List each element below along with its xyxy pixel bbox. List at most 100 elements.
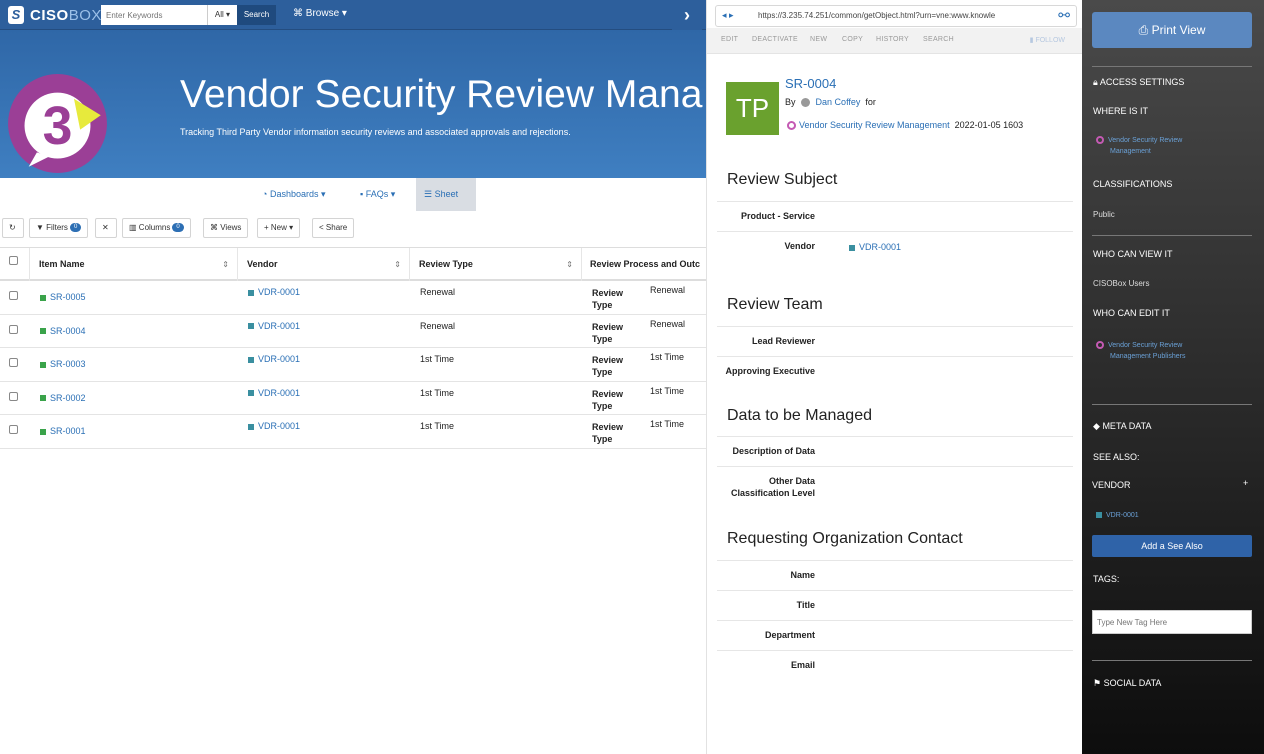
browse-menu[interactable]: ⌘ Browse ▾ <box>293 8 347 19</box>
columns-count-badge: 0 <box>172 223 184 233</box>
meta-data-heading: ◆ META DATA <box>1093 421 1151 432</box>
record-detail-panel: ◂ ▸ https://3.235.74.251/common/getObjec… <box>706 0 1083 754</box>
column-header-item-name[interactable]: Item Name ⇕ <box>30 248 238 281</box>
sort-icon[interactable]: ⇕ <box>222 248 229 281</box>
collapse-panel-button[interactable]: › <box>672 0 702 30</box>
who-can-view-heading: WHO CAN VIEW IT <box>1093 249 1173 259</box>
views-button[interactable]: ⌘ Views <box>203 218 249 238</box>
edit-group-link[interactable]: Vendor Security Review Management Publis… <box>1096 340 1186 362</box>
print-view-button[interactable]: ⎙ Print View <box>1092 12 1252 48</box>
review-process-cell: Review Type Renewal <box>582 315 706 348</box>
table-row[interactable]: SR-0002 VDR-0001 1st Time Review Type 1st Ti… <box>0 382 706 415</box>
vendor-link[interactable]: VDR-0001 <box>859 242 901 252</box>
keyword-search-input[interactable] <box>101 5 207 25</box>
columns-button[interactable]: ▥ Columns 0 <box>122 218 191 238</box>
by-label: By <box>785 97 796 107</box>
lock-icon: 🔒︎ <box>1093 77 1098 87</box>
select-all-cell <box>0 248 30 281</box>
search-scope-select[interactable]: All ▾ <box>207 5 237 25</box>
record-icon <box>248 356 254 363</box>
collection-link[interactable]: Vendor Security Review Management <box>799 120 950 130</box>
back-forward-icon[interactable]: ◂ ▸ <box>722 10 734 21</box>
new-action[interactable]: NEW <box>810 36 827 43</box>
search-button[interactable]: Search <box>237 5 276 25</box>
add-vendor-plus-icon[interactable]: + <box>1243 478 1248 488</box>
link-icon[interactable]: ⚯ <box>1058 7 1070 24</box>
vendor-link[interactable]: VDR-0001 <box>258 354 300 364</box>
search-action[interactable]: SEARCH <box>923 36 954 43</box>
sort-icon[interactable]: ⇕ <box>394 248 401 281</box>
table-row[interactable]: SR-0001 VDR-0001 1st Time Review Type 1st Ti… <box>0 415 706 449</box>
sub-label: Review Type <box>592 355 624 377</box>
vendor-link[interactable]: VDR-0001 <box>258 287 300 297</box>
who-can-view-value: CISOBox Users <box>1093 279 1150 288</box>
item-link[interactable]: SR-0002 <box>50 393 86 403</box>
field-label: Description of Data <box>732 446 815 456</box>
add-see-also-button[interactable]: Add a See Also <box>1092 535 1252 557</box>
record-icon <box>40 428 46 435</box>
collection-icon <box>787 121 796 131</box>
tab-faqs[interactable]: ▪ FAQs ▾ <box>352 178 403 211</box>
field-label: Other Data Classification Level <box>731 475 815 499</box>
record-sidebar: ⎙ Print View 🔒︎ ACCESS SETTINGS WHERE IS… <box>1082 0 1264 754</box>
share-icon: < <box>319 223 324 232</box>
cisobox-logo[interactable]: S CISO BOX <box>8 6 102 24</box>
column-header-review-process[interactable]: Review Process and Outc <box>582 248 706 281</box>
clear-filters-button[interactable]: ✕ <box>95 218 117 238</box>
new-button[interactable]: + New ▾ <box>257 218 301 238</box>
column-header-label: Review Process and Outc <box>590 259 701 269</box>
sub-label: Review Type <box>592 388 624 411</box>
column-header-review-type[interactable]: Review Type ⇕ <box>410 248 582 281</box>
edit-action[interactable]: EDIT <box>721 36 738 43</box>
see-also-vendor-label: VDR-0001 <box>1106 512 1139 519</box>
item-link[interactable]: SR-0001 <box>50 426 86 436</box>
share-button[interactable]: < Share <box>312 218 355 238</box>
tab-dashboards[interactable]: ◔ Dashboards ▾ <box>254 178 334 211</box>
field-label: Email <box>790 660 815 670</box>
column-header-vendor[interactable]: Vendor ⇕ <box>238 248 410 281</box>
select-all-checkbox[interactable] <box>9 256 18 265</box>
history-action[interactable]: HISTORY <box>876 36 909 43</box>
follow-button[interactable]: ▮ FOLLOW <box>1030 36 1065 44</box>
author-link[interactable]: Dan Coffey <box>816 97 861 107</box>
table-row[interactable]: SR-0005 VDR-0001 Renewal Review Type Renewal <box>0 281 706 315</box>
refresh-icon: ↻ <box>9 223 16 232</box>
flag-icon: ⚑ <box>1093 678 1102 688</box>
classification-value: Public <box>1093 210 1115 219</box>
record-id[interactable]: SR-0004 <box>785 76 836 91</box>
binoculars-icon: ⌘ <box>210 223 218 232</box>
item-link[interactable]: SR-0004 <box>50 326 86 336</box>
print-view-label: Print View <box>1151 23 1206 37</box>
vendor-cell: VDR-0001 <box>238 415 410 448</box>
refresh-button[interactable]: ↻ <box>2 218 24 238</box>
vendor-value[interactable]: VDR-0001 <box>849 242 901 252</box>
access-settings-label: ACCESS SETTINGS <box>1099 77 1185 87</box>
row-checkbox[interactable] <box>9 425 18 434</box>
tab-sheet[interactable]: ☰ Sheet <box>416 178 476 211</box>
grid-header-row: Item Name ⇕ Vendor ⇕ Review Type ⇕ Review P… <box>0 248 706 281</box>
row-checkbox[interactable] <box>9 358 18 367</box>
table-row[interactable]: SR-0003 VDR-0001 1st Time Review Type 1st Ti… <box>0 348 706 382</box>
url-bar[interactable]: ◂ ▸ https://3.235.74.251/common/getObjec… <box>715 5 1077 27</box>
copy-action[interactable]: COPY <box>842 36 863 43</box>
item-link[interactable]: SR-0003 <box>50 359 86 369</box>
vendor-link[interactable]: VDR-0001 <box>258 421 300 431</box>
view-tabs: ◔ Dashboards ▾ ▪ FAQs ▾ ☰ Sheet <box>0 178 706 213</box>
vendor-heading: VENDOR <box>1092 480 1131 490</box>
social-data-heading: ⚑ SOCIAL DATA <box>1093 678 1161 689</box>
row-checkbox[interactable] <box>9 391 18 401</box>
table-row[interactable]: SR-0004 VDR-0001 Renewal Review Type Renewal <box>0 315 706 348</box>
new-tag-input[interactable] <box>1092 610 1252 634</box>
deactivate-action[interactable]: DEACTIVATE <box>752 36 798 43</box>
row-checkbox[interactable] <box>9 324 18 334</box>
where-link[interactable]: Vendor Security Review Management <box>1096 135 1182 157</box>
classifications-heading: CLASSIFICATIONS <box>1093 179 1173 189</box>
vendor-link[interactable]: VDR-0001 <box>258 388 300 398</box>
record-icon <box>248 390 254 397</box>
filters-button[interactable]: ▼ Filters 0 <box>29 218 89 238</box>
sort-icon[interactable]: ⇕ <box>566 248 573 281</box>
vendor-link[interactable]: VDR-0001 <box>258 321 300 331</box>
see-also-vendor-link[interactable]: VDR-0001 <box>1096 510 1139 521</box>
row-checkbox[interactable] <box>9 291 18 300</box>
item-link[interactable]: SR-0005 <box>50 292 86 302</box>
